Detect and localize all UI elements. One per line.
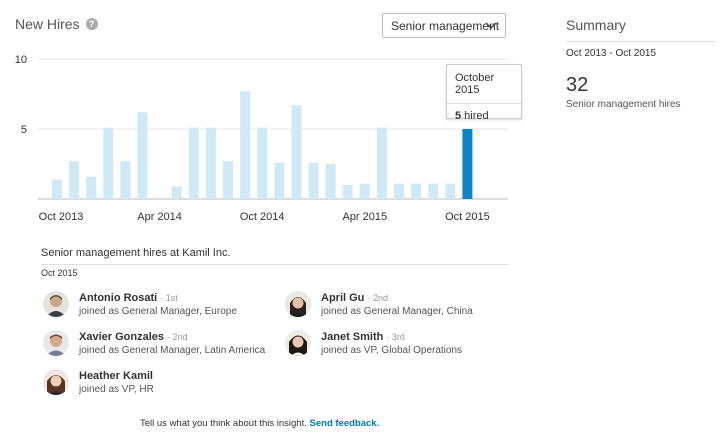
bar-nov-2013[interactable]	[69, 161, 80, 199]
connection-degree: · 2nd	[367, 292, 388, 303]
page-title: New Hires ?	[15, 16, 98, 32]
feedback-line: Tell us what you think about this insigh…	[140, 418, 379, 429]
avatar	[43, 291, 69, 317]
bar-sep-2015[interactable]	[445, 183, 456, 199]
bar-jan-2014[interactable]	[103, 127, 114, 199]
x-tick-label: Apr 2014	[137, 211, 182, 223]
avatar	[285, 291, 311, 317]
person-card[interactable]: Xavier Gonzales · 2nd joined as General …	[43, 330, 265, 356]
person-card[interactable]: Heather Kamil joined as VP, HR	[43, 369, 154, 395]
connection-degree: · 1st	[160, 292, 178, 303]
connection-degree: · 2nd	[167, 331, 188, 342]
avatar	[43, 369, 69, 395]
y-tick-label: 5	[21, 124, 27, 136]
summary-range: Oct 2013 - Oct 2015	[566, 48, 657, 59]
tooltip-title: October 2015	[455, 72, 495, 96]
bar-feb-2014[interactable]	[120, 161, 131, 199]
tooltip-value: 5 hired	[447, 104, 521, 122]
bar-jul-2014[interactable]	[205, 127, 216, 199]
person-role: joined as General Manager, China	[321, 305, 473, 317]
avatar	[43, 330, 69, 356]
bar-mar-2015[interactable]	[342, 185, 353, 199]
person-card[interactable]: Janet Smith · 3rd joined as VP, Global O…	[285, 330, 462, 356]
bar-aug-2014[interactable]	[223, 161, 233, 199]
bar-may-2014[interactable]	[171, 186, 182, 199]
person-name[interactable]: April Gu	[321, 292, 364, 304]
hires-section-title: Senior management hires at Kamil Inc.	[41, 247, 231, 259]
x-tick-label: Oct 2014	[240, 211, 285, 223]
bar-dec-2013[interactable]	[86, 176, 97, 199]
person-card[interactable]: Antonio Rosati · 1st joined as General M…	[43, 291, 237, 317]
x-tick-label: Apr 2015	[342, 211, 387, 223]
person-role: joined as VP, HR	[79, 383, 154, 395]
chevron-down-icon	[485, 22, 497, 30]
bar-mar-2014[interactable]	[137, 112, 148, 199]
bar-jun-2014[interactable]	[188, 127, 199, 199]
dropdown-value: Senior management	[391, 18, 500, 33]
connection-degree: · 3rd	[386, 331, 405, 342]
avatar	[285, 330, 311, 356]
feedback-prompt: Tell us what you think about this insigh…	[140, 418, 307, 429]
bar-sep-2014[interactable]	[240, 91, 251, 199]
y-tick-label: 10	[15, 54, 27, 66]
person-name[interactable]: Heather Kamil	[79, 370, 153, 382]
bar-jan-2015[interactable]	[308, 162, 319, 199]
bar-oct-2015[interactable]	[462, 129, 473, 199]
person-name[interactable]: Janet Smith	[321, 331, 383, 343]
role-filter-dropdown[interactable]: Senior management	[382, 13, 506, 38]
person-name[interactable]: Antonio Rosati	[79, 292, 157, 304]
question-circle-icon[interactable]: ?	[85, 18, 98, 30]
bar-aug-2015[interactable]	[428, 183, 439, 199]
person-card[interactable]: April Gu · 2nd joined as General Manager…	[285, 291, 473, 317]
x-tick-label: Oct 2015	[445, 211, 490, 223]
bar-may-2015[interactable]	[376, 127, 387, 199]
bar-tooltip: October 2015 5 hired	[446, 64, 522, 122]
summary-title: Summary	[566, 17, 626, 33]
send-feedback-link[interactable]: Send feedback.	[310, 418, 380, 429]
tooltip-suffix: hired	[461, 110, 489, 122]
person-role: joined as VP, Global Operations	[321, 344, 463, 356]
summary-count: 32	[566, 74, 589, 96]
bar-nov-2014[interactable]	[274, 162, 285, 199]
bar-dec-2014[interactable]	[291, 105, 302, 199]
hires-month: Oct 2015	[41, 268, 78, 278]
bar-oct-2014[interactable]	[257, 127, 268, 199]
bar-jun-2015[interactable]	[394, 183, 404, 199]
person-name[interactable]: Xavier Gonzales	[79, 331, 164, 343]
page-title-text: New Hires	[15, 16, 80, 32]
new-hires-bar-chart: 10 5 Oct 2013 Apr 2014 Oct 2014 Apr 2015 Oct 2…	[15, 54, 508, 223]
bar-oct-2013[interactable]	[52, 179, 62, 199]
person-role: joined as General Manager, Europe	[79, 305, 237, 317]
summary-label: Senior management hires	[566, 99, 681, 110]
summary-panel: Summary Oct 2013 - Oct 2015 32 Senior ma…	[566, 17, 716, 110]
bar-feb-2015[interactable]	[325, 164, 336, 199]
bar-jul-2015[interactable]	[411, 183, 422, 199]
x-tick-label: Oct 2013	[39, 211, 84, 223]
bar-apr-2015[interactable]	[359, 183, 370, 199]
person-role: joined as General Manager, Latin America	[79, 344, 266, 356]
